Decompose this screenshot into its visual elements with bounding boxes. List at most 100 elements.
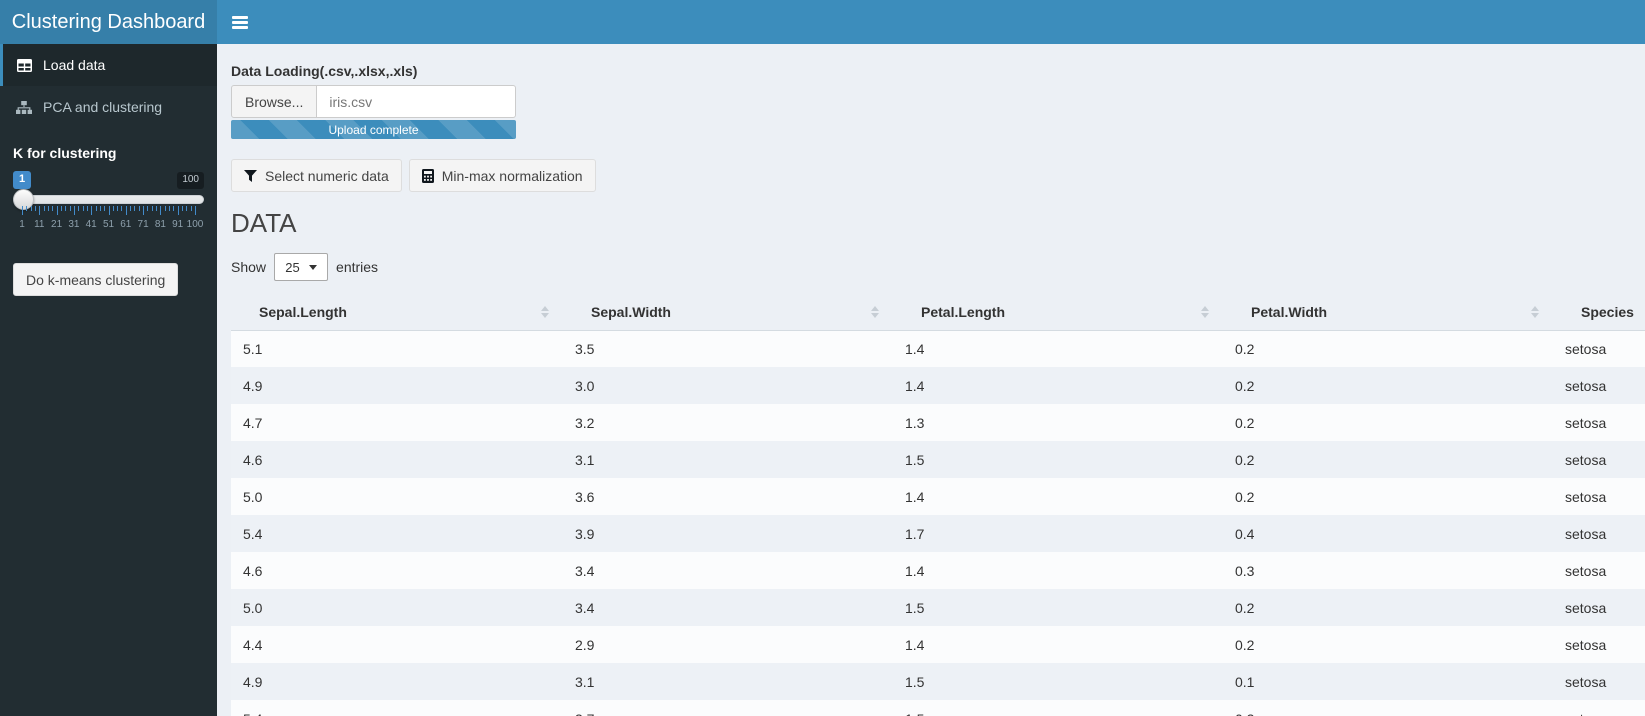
slider-tick	[147, 206, 149, 211]
slider-tick	[182, 206, 184, 211]
table-row: 5.0 3.6 1.4 0.2 setosa	[231, 478, 1645, 515]
slider-tick	[78, 206, 80, 211]
select-numeric-data-button[interactable]: Select numeric data	[231, 159, 402, 192]
sort-icon	[541, 305, 549, 318]
table-cell: setosa	[1565, 414, 1607, 431]
slider-tick	[117, 206, 119, 211]
slider-tick-label: 81	[154, 219, 166, 230]
slider-grid: 1 11 21 31 41 51 61 71 81 91 100	[19, 206, 203, 240]
calculator-icon	[421, 168, 434, 183]
slider-tick	[43, 206, 45, 211]
table-icon	[15, 58, 33, 72]
table-cell: 5.4	[231, 700, 563, 716]
table-cell: 4.9	[243, 673, 263, 690]
column-header-sepal-width[interactable]: Sepal.Width	[563, 294, 893, 331]
table-row: 4.7 3.2 1.3 0.2 setosa	[231, 404, 1645, 441]
column-label: Petal.Length	[921, 303, 1006, 320]
table-cell: 3.7	[563, 700, 893, 716]
table-body: 5.1 3.5 1.4 0.2 setosa 4.9 3.0 1.4 0.2 setosa 4.7 3…	[231, 330, 1645, 716]
slider-tick	[160, 206, 162, 215]
slider-tick	[169, 206, 171, 211]
table-row: 4.9 3.0 1.4 0.2 setosa	[231, 367, 1645, 404]
table-cell: setosa	[1553, 700, 1645, 716]
k-slider[interactable]: 1 100 1 11 21 31 41 51 61 71 81 91 100	[13, 167, 204, 247]
action-buttons-row: Select numeric data Min-max normalizatio…	[231, 159, 1645, 192]
file-input-group: Browse...	[231, 85, 516, 118]
table-cell: 1.5	[905, 599, 925, 616]
table-cell: 5.1	[243, 340, 263, 357]
slider-tick	[52, 206, 54, 211]
kmeans-button[interactable]: Do k-means clustering	[13, 263, 179, 296]
table-row: 5.0 3.4 1.5 0.2 setosa	[231, 589, 1645, 626]
slider-tick	[112, 206, 114, 211]
minmax-normalization-button[interactable]: Min-max normalization	[408, 159, 596, 192]
sidebar-item-pca-and-clustering[interactable]: PCA and clustering	[0, 86, 217, 128]
table-cell: 3.5	[575, 340, 595, 357]
entries-select[interactable]: 25	[274, 253, 329, 281]
table-cell: 0.2	[1235, 599, 1255, 616]
sidebar-toggle-button[interactable]	[217, 0, 263, 44]
file-name-field[interactable]	[317, 85, 516, 118]
entries-label: entries	[336, 259, 379, 275]
sidebar-item-load-data[interactable]: Load data	[0, 44, 217, 86]
browse-button[interactable]: Browse...	[231, 85, 318, 118]
table-cell: 0.2	[1235, 377, 1255, 394]
app-logo[interactable]: Clustering Dashboard	[0, 0, 217, 44]
slider-tick	[30, 206, 32, 211]
upload-progress-bar: Upload complete	[231, 120, 516, 139]
table-cell: 5.0	[243, 488, 263, 505]
sidebar-menu: Load data PCA and clustering	[0, 44, 217, 128]
table-cell: 1.7	[905, 525, 925, 542]
table-cell: 1.5	[893, 700, 1223, 716]
table-cell: setosa	[1565, 377, 1607, 394]
table-cell: 3.1	[575, 451, 595, 468]
file-upload-label: Data Loading(.csv,.xlsx,.xls)	[231, 63, 418, 79]
column-label: Sepal.Width	[591, 303, 671, 320]
slider-tick-label: 1	[19, 219, 25, 230]
slider-tick	[108, 206, 110, 215]
table-row: 5.4 3.9 1.7 0.4 setosa	[231, 515, 1645, 552]
show-label: Show	[231, 259, 267, 275]
slider-tick	[65, 206, 67, 211]
slider-tick-label: 51	[102, 219, 115, 230]
slider-tick	[60, 206, 62, 211]
table-cell: 1.3	[905, 414, 925, 431]
slider-tick	[82, 206, 84, 211]
slider-tick	[73, 206, 75, 215]
slider-max-label: 100	[177, 172, 204, 189]
slider-tick-label: 71	[137, 219, 149, 230]
table-cell: 0.2	[1235, 488, 1255, 505]
slider-tick	[138, 206, 140, 211]
sitemap-icon	[15, 100, 33, 114]
table-row: 4.4 2.9 1.4 0.2 setosa	[231, 626, 1645, 663]
table-cell: 4.9	[243, 377, 263, 394]
column-header-species[interactable]: Species	[1553, 294, 1645, 331]
table-cell: 1.4	[905, 340, 925, 357]
slider-tick	[121, 206, 123, 211]
table-cell: 0.2	[1235, 636, 1255, 653]
column-label: Sepal.Length	[259, 303, 347, 320]
table-cell: 0.4	[1235, 525, 1255, 542]
column-header-sepal-length[interactable]: Sepal.Length	[231, 294, 563, 331]
column-header-petal-width[interactable]: Petal.Width	[1223, 294, 1553, 331]
table-cell: setosa	[1565, 525, 1607, 542]
table-row: 4.6 3.1 1.5 0.2 setosa	[231, 441, 1645, 478]
table-cell: 1.4	[905, 488, 925, 505]
table-cell: 5.0	[243, 599, 263, 616]
table-cell: 3.4	[575, 599, 595, 616]
slider-tick-label: 91	[172, 219, 184, 230]
slider-track[interactable]	[13, 195, 204, 204]
sidebar: Load data PCA and clustering K for clust…	[0, 44, 217, 716]
filter-icon	[244, 169, 257, 182]
sidebar-item-label: Load data	[43, 57, 106, 73]
table-row: 5.43.71.50.2setosa	[231, 700, 1645, 716]
table-length-control: Show 25 entries	[231, 253, 1645, 281]
slider-value-badge: 1	[13, 171, 32, 189]
slider-tick	[22, 206, 23, 215]
table-cell: 4.4	[243, 636, 263, 653]
slider-tick-label: 61	[120, 219, 132, 230]
column-header-petal-length[interactable]: Petal.Length	[893, 294, 1223, 331]
slider-tick-label: 21	[51, 219, 63, 230]
column-label: Petal.Width	[1251, 303, 1328, 320]
table-cell: 3.4	[575, 562, 595, 579]
